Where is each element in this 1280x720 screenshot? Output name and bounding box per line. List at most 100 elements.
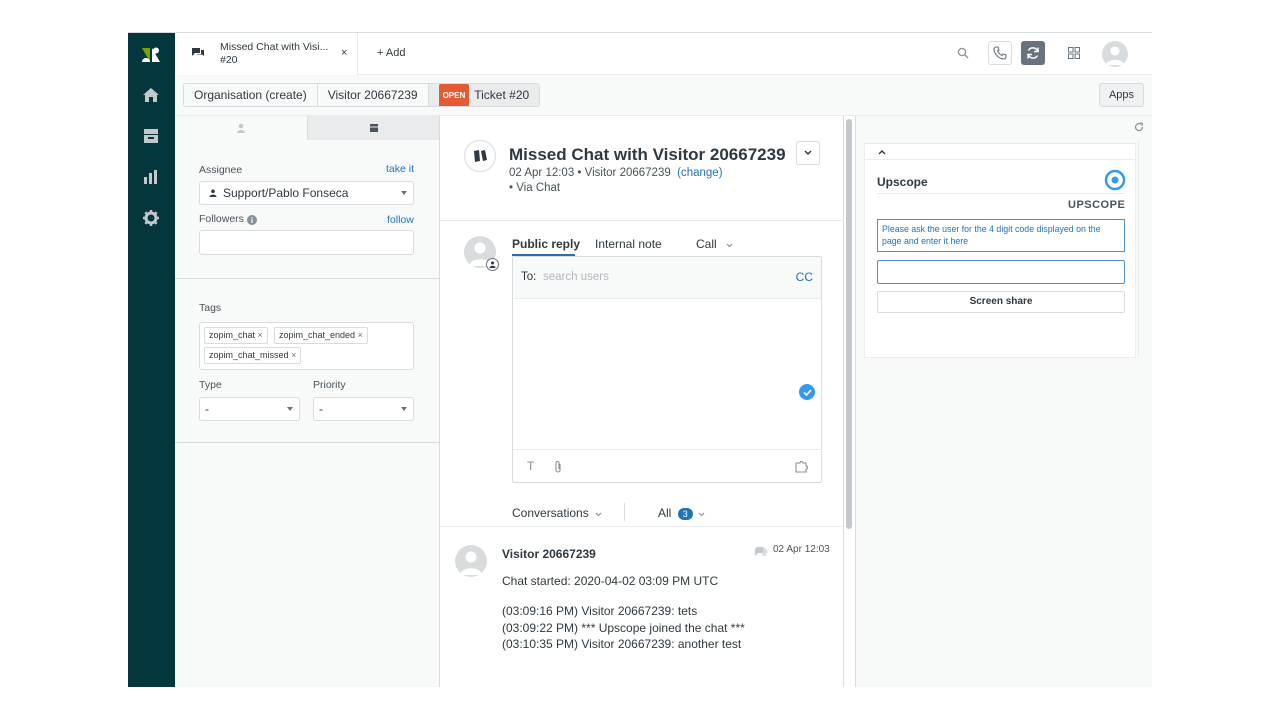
views-icon[interactable] xyxy=(140,125,162,147)
followers-field[interactable] xyxy=(199,230,414,255)
close-tab-icon[interactable]: × xyxy=(341,47,347,59)
upscope-instructions: Please ask the user for the 4 digit code… xyxy=(877,219,1125,252)
reply-textarea[interactable] xyxy=(513,299,821,449)
main-nav xyxy=(128,33,175,687)
apps-pane: Upscope UPSCOPE Please ask the user for … xyxy=(855,116,1152,687)
visitor-avatar xyxy=(455,545,487,577)
recipients-row: To: search users CC xyxy=(513,257,821,299)
priority-select[interactable]: - xyxy=(313,397,414,421)
assignee-value: Support/Pablo Fonseca xyxy=(223,186,349,200)
ticket-main-pane: Missed Chat with Visitor 20667239 02 Apr… xyxy=(440,116,844,687)
assignee-label: Assignee xyxy=(199,164,243,176)
agent-badge-icon xyxy=(486,258,499,271)
zendesk-chat-icon xyxy=(474,150,487,162)
message-time: 02 Apr 12:03 xyxy=(773,544,830,555)
divider xyxy=(175,278,440,279)
chat-bubble-icon xyxy=(755,547,768,556)
breadcrumb: Organisation (create) Visitor 20667239 O… xyxy=(183,83,541,107)
chevron-down-icon xyxy=(401,191,407,195)
message-started: Chat started: 2020-04-02 03:09 PM UTC xyxy=(502,574,719,588)
upscope-title: Upscope xyxy=(877,175,928,189)
assignee-user-icon xyxy=(209,189,217,197)
tab-ticket[interactable] xyxy=(307,116,439,140)
ticket-tab[interactable]: Missed Chat with Visi... #20 × xyxy=(175,33,358,75)
search-users-input[interactable]: search users xyxy=(543,271,609,283)
all-filter[interactable]: All 3 xyxy=(658,506,705,520)
ticket-properties-pane: Assignee take it Support/Pablo Fonseca F… xyxy=(175,116,440,687)
user-icon xyxy=(237,123,245,133)
ticket-icon xyxy=(369,124,378,132)
conversations-filter[interactable]: Conversations xyxy=(512,506,602,520)
spellcheck-icon[interactable] xyxy=(799,384,815,400)
message-author[interactable]: Visitor 20667239 xyxy=(502,547,596,561)
message-line: (03:09:16 PM) Visitor 20667239: tets xyxy=(502,604,698,618)
upscope-code-input[interactable] xyxy=(877,260,1125,284)
chat-icon xyxy=(192,48,204,56)
ticket-meta: 02 Apr 12:03 • Visitor 20667239 (change) xyxy=(509,167,723,179)
divider xyxy=(440,220,844,221)
attachment-icon[interactable] xyxy=(554,460,562,473)
count-badge: 3 xyxy=(677,508,693,520)
profile-avatar-icon[interactable] xyxy=(1102,41,1128,67)
search-icon[interactable] xyxy=(955,45,971,61)
message-body: (03:09:16 PM) Visitor 20667239: tets (03… xyxy=(502,603,745,653)
ticket-title[interactable]: Missed Chat with Visitor 20667239 xyxy=(509,145,786,165)
chevron-down-icon xyxy=(595,512,602,517)
cc-link[interactable]: CC xyxy=(796,270,813,284)
text-format-icon[interactable]: T xyxy=(527,459,534,473)
collapse-chevron-icon[interactable] xyxy=(878,149,886,155)
via-channel: • Via Chat xyxy=(509,182,561,194)
change-link[interactable]: (change) xyxy=(677,167,722,179)
tag-item[interactable]: zopim_chat_ended × xyxy=(274,327,368,344)
take-it-link[interactable]: take it xyxy=(386,163,414,175)
breadcrumb-visitor[interactable]: Visitor 20667239 xyxy=(317,84,429,106)
follow-link[interactable]: follow xyxy=(387,214,414,226)
zendesk-agent-workspace: Missed Chat with Visi... #20 × + Add Orga… xyxy=(128,32,1152,687)
assignee-select[interactable]: Support/Pablo Fonseca xyxy=(199,181,414,205)
refresh-icon[interactable] xyxy=(1134,122,1144,132)
chevron-down-icon xyxy=(401,407,407,411)
breadcrumb-ticket[interactable]: OPEN Ticket #20 xyxy=(428,84,540,106)
type-select[interactable]: - xyxy=(199,397,300,421)
tab-public-reply[interactable]: Public reply xyxy=(512,237,580,251)
message-line: (03:10:35 PM) Visitor 20667239: another … xyxy=(502,637,742,651)
upscope-app-card: Upscope UPSCOPE Please ask the user for … xyxy=(864,143,1137,358)
chevron-down-icon xyxy=(726,243,733,248)
phone-icon[interactable] xyxy=(988,41,1012,65)
settings-gear-icon[interactable] xyxy=(140,207,162,229)
divider xyxy=(877,193,1125,194)
priority-label: Priority xyxy=(313,379,346,391)
ticket-breadcrumb-bar: Organisation (create) Visitor 20667239 O… xyxy=(175,75,1152,116)
apps-button[interactable]: Apps xyxy=(1099,83,1144,107)
reporting-icon[interactable] xyxy=(140,166,162,188)
tab-call[interactable]: Call xyxy=(696,237,733,251)
sync-icon[interactable] xyxy=(1021,41,1045,65)
macro-puzzle-icon[interactable] xyxy=(795,460,809,473)
breadcrumb-ticket-label: Ticket #20 xyxy=(474,88,530,102)
tags-field[interactable]: zopim_chat × zopim_chat_ended × zopim_ch… xyxy=(199,322,414,370)
tab-title: Missed Chat with Visi... #20 xyxy=(220,41,329,66)
to-label: To: xyxy=(521,271,537,283)
breadcrumb-organisation[interactable]: Organisation (create) xyxy=(184,84,318,106)
tab-internal-note[interactable]: Internal note xyxy=(595,237,662,251)
screen-share-button[interactable]: Screen share xyxy=(877,291,1125,313)
info-icon[interactable] xyxy=(247,215,257,225)
chevron-down-icon xyxy=(698,512,705,517)
zendesk-logo[interactable] xyxy=(138,41,165,68)
ticket-options-button[interactable] xyxy=(796,141,820,165)
add-tab-button[interactable]: + Add xyxy=(377,47,405,59)
home-icon[interactable] xyxy=(140,84,162,106)
followers-label: Followers xyxy=(199,213,244,225)
user-silhouette-icon xyxy=(460,551,482,575)
tag-item[interactable]: zopim_chat_missed × xyxy=(204,347,302,364)
scrollbar[interactable] xyxy=(846,119,852,529)
divider xyxy=(865,159,1137,160)
upscope-brand: UPSCOPE xyxy=(1068,199,1126,211)
top-bar: Missed Chat with Visi... #20 × + Add xyxy=(175,33,1152,75)
tag-item[interactable]: zopim_chat × xyxy=(204,327,268,344)
chevron-down-icon xyxy=(804,150,812,156)
divider xyxy=(175,442,440,443)
tab-user[interactable] xyxy=(175,116,307,140)
message-line: (03:09:22 PM) *** Upscope joined the cha… xyxy=(502,620,745,635)
apps-grid-icon[interactable] xyxy=(1066,45,1082,61)
